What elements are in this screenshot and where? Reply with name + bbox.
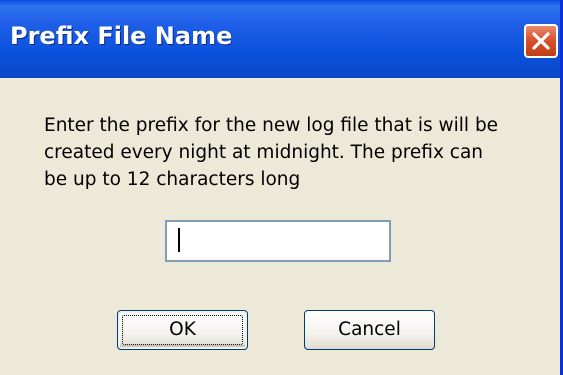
ok-button[interactable]: OK: [117, 310, 248, 350]
instruction-line: be up to 12 characters long: [44, 169, 301, 190]
instruction-text: Enter the prefix for the new log file th…: [44, 112, 544, 193]
close-icon: [532, 32, 550, 50]
instruction-line: Enter the prefix for the new log file th…: [44, 115, 499, 136]
window-title: Prefix File Name: [10, 22, 233, 50]
title-bar[interactable]: Prefix File Name: [0, 0, 560, 78]
text-caret: [178, 228, 180, 252]
close-button[interactable]: [524, 24, 558, 58]
prefix-input[interactable]: [165, 220, 391, 262]
cancel-button[interactable]: Cancel: [304, 310, 435, 350]
dialog-window: Prefix File Name Enter the prefix for th…: [0, 0, 563, 375]
instruction-line: created every night at midnight. The pre…: [44, 142, 484, 163]
dialog-body: Enter the prefix for the new log file th…: [0, 78, 560, 375]
